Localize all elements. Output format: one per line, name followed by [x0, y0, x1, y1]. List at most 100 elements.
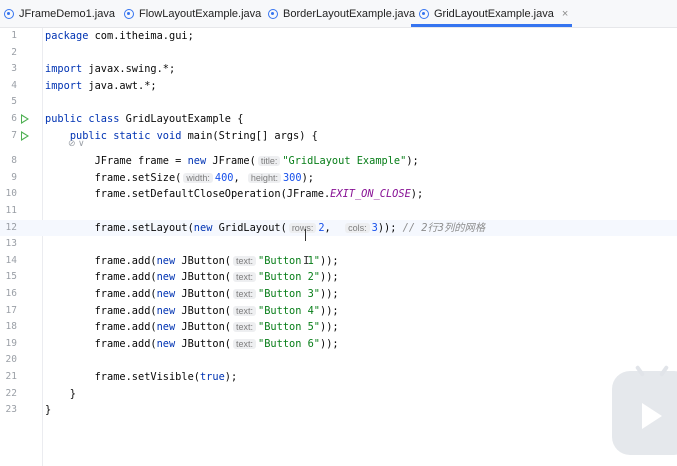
code-text: frame.add(new JButton(text: "Button 6")); [45, 336, 339, 353]
code-line[interactable]: 5 [0, 94, 677, 111]
code-token: frame.add( [45, 337, 157, 350]
code-line[interactable]: 22 } [0, 386, 677, 403]
code-token: )); [320, 321, 339, 334]
play-icon[interactable] [642, 403, 662, 429]
parameter-hint: rows: [288, 222, 317, 233]
code-token: GridLayoutExample { [119, 113, 244, 125]
line-number: 5 [11, 96, 17, 108]
code-token: )); [320, 254, 339, 267]
code-line[interactable]: 3 import javax.swing.*; [0, 61, 677, 78]
code-text: public class GridLayoutExample { [45, 111, 243, 128]
code-token: "GridLayout Example" [282, 155, 407, 168]
code-token: main(String[] args) { [181, 129, 318, 142]
code-token: JButton( [175, 337, 231, 350]
code-token: ); [224, 371, 238, 383]
tab-gridlayoutexample[interactable]: GridLayoutExample.java × [410, 0, 573, 27]
line-number: 6 [11, 113, 17, 124]
code-token: new [193, 221, 213, 234]
code-token: import [45, 79, 83, 92]
code-token: JButton( [175, 321, 231, 334]
code-token: package [45, 30, 89, 42]
code-line[interactable]: 7 public static void main(String[] args)… [0, 128, 677, 145]
code-text: frame.setSize(width: 400, height: 300); [45, 170, 314, 187]
code-token: java.awt.*; [82, 79, 157, 92]
parameter-hint: text: [233, 305, 257, 316]
tab-jframedemo1[interactable]: JFrameDemo1.java [4, 0, 115, 27]
code-line[interactable]: 20 [0, 352, 677, 369]
code-token: true [199, 371, 225, 383]
code-text: frame.setVisible(true); [45, 369, 238, 386]
line-number: 21 [5, 371, 17, 382]
code-token: public class [45, 113, 120, 125]
code-token: import [45, 63, 83, 76]
code-token: )); [320, 337, 339, 350]
code-line[interactable]: 21 frame.setVisible(true); [0, 369, 677, 386]
run-icon[interactable] [21, 130, 29, 141]
close-icon[interactable]: × [562, 8, 568, 20]
code-line[interactable]: 12 frame.setLayout(new GridLayout(rows: 2… [0, 219, 677, 237]
code-token: JButton( [175, 271, 231, 284]
parameter-hint: text: [233, 338, 257, 349]
code-line[interactable]: 17 frame.add(new JButton(text: "Button 4"… [0, 303, 677, 320]
parameter-hint: width: [183, 172, 213, 183]
parameter-hint: title: [257, 156, 281, 167]
code-line[interactable]: 13 [0, 236, 677, 253]
code-line[interactable]: 14 frame.add(new JButton(text: "Button 1"… [0, 253, 677, 270]
parameter-hint: cols: [345, 222, 370, 233]
code-token: JButton( [175, 254, 231, 267]
java-class-icon [419, 8, 429, 19]
code-token: "Button 6" [258, 337, 321, 350]
code-token: public static void [69, 129, 182, 142]
code-token: )); [320, 304, 339, 317]
code-line[interactable]: 9 frame.setSize(width: 400, height: 300); [0, 170, 677, 187]
code-line[interactable]: 15 frame.add(new JButton(text: "Button 2"… [0, 269, 677, 286]
java-class-icon [124, 8, 134, 19]
code-token: JButton( [175, 304, 231, 317]
parameter-hint: text: [233, 272, 257, 283]
line-number: 22 [5, 387, 17, 399]
code-line[interactable]: 18 frame.add(new JButton(text: "Button 5"… [0, 319, 677, 336]
text-caret [305, 229, 306, 241]
code-token: EXIT_ON_CLOSE [330, 188, 411, 201]
tab-borderlayoutexample[interactable]: BorderLayoutExample.java [268, 0, 415, 27]
code-line[interactable]: 2 [0, 45, 677, 62]
code-line[interactable]: 4 import java.awt.*; [0, 78, 677, 95]
code-token: GridLayout( [212, 221, 287, 234]
code-token: new [156, 288, 176, 300]
code-text: frame.add(new JButton(text: "Button 2")); [45, 269, 339, 286]
code-token: "Button 4" [258, 304, 321, 317]
code-token: frame.setVisible( [45, 371, 200, 383]
code-token: , [233, 171, 246, 184]
code-line[interactable]: 1 package com.itheima.gui; [0, 28, 677, 45]
video-player-overlay[interactable] [612, 371, 677, 455]
code-text: frame.setLayout(new GridLayout(rows: 2, c… [45, 220, 486, 237]
code-token: frame.add( [45, 288, 157, 300]
code-text: } [45, 386, 76, 403]
code-token: "Button 5" [258, 321, 321, 334]
line-number: 10 [5, 188, 17, 200]
line-number: 20 [5, 354, 17, 366]
tab-flowlayoutexample[interactable]: FlowLayoutExample.java [124, 0, 261, 27]
code-line[interactable]: 11 [0, 203, 677, 220]
code-line[interactable]: 23} [0, 402, 677, 419]
line-number: 14 [5, 254, 17, 266]
parameter-hint: text: [233, 255, 257, 266]
code-token: new [156, 304, 176, 317]
code-line[interactable]: 8 JFrame frame = new JFrame(title: "GridL… [0, 153, 677, 170]
code-text: public static void main(String[] args) { [45, 128, 318, 145]
tab-label: FlowLayoutExample.java [139, 7, 262, 20]
run-icon[interactable] [21, 114, 29, 124]
code-editor[interactable]: 1 package com.itheima.gui; 2 3 import javax.… [0, 28, 677, 466]
code-token: new [156, 254, 176, 267]
code-token: new [156, 321, 176, 334]
code-token: // 2行3列的网格 [402, 221, 486, 234]
code-line[interactable]: 6 public class GridLayoutExample { [0, 111, 677, 128]
code-line[interactable]: 10 frame.setDefaultCloseOperation(JFrame… [0, 186, 677, 203]
code-token: javax.swing.*; [82, 63, 176, 76]
code-token: "Button 2" [258, 271, 321, 284]
code-line[interactable]: 19 frame.add(new JButton(text: "Button 6"… [0, 336, 677, 353]
code-line[interactable]: 16 frame.add(new JButton(text: "Button 3"… [0, 286, 677, 303]
line-number: 19 [5, 337, 17, 349]
code-text: frame.add(new JButton(text: "Button 3")); [45, 286, 339, 303]
